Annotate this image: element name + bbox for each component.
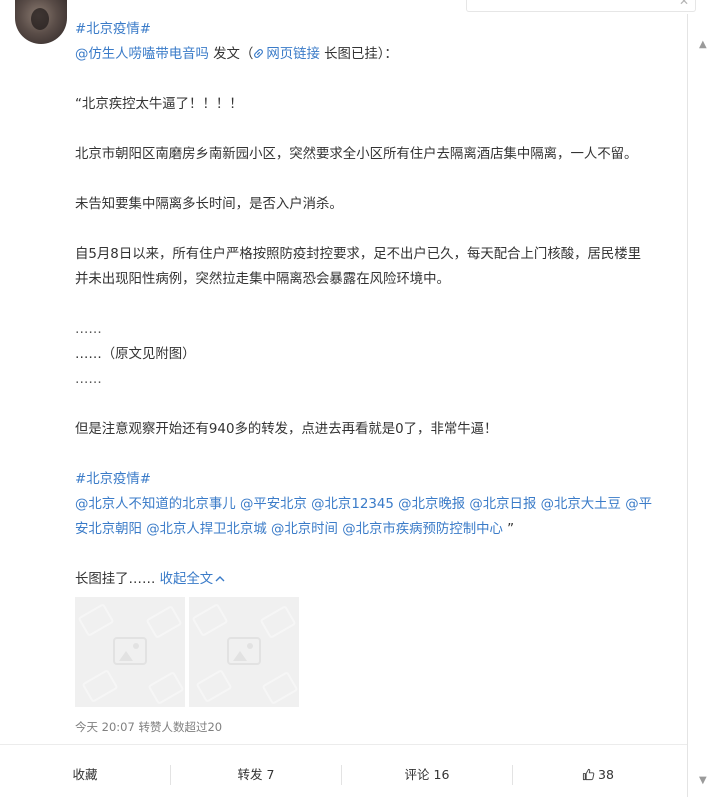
like-count: 38: [598, 767, 614, 782]
watermark-icon: [191, 602, 229, 638]
image-thumbnail-1[interactable]: [75, 597, 185, 707]
image-placeholder-icon: [227, 637, 261, 665]
ellipsis-2: ……（原文见附图）: [75, 347, 196, 362]
mentions-line-1[interactable]: @北京人不知道的北京事儿 @平安北京 @北京12345 @北京晚报 @北京日报 …: [75, 495, 652, 515]
repost-line: @仿生人唠嗑带电音吗 发文（ 网页链接 长图已挂）：: [75, 45, 398, 65]
hashtag-top[interactable]: #北京疫情#: [75, 20, 151, 40]
scroll-down-arrow-icon[interactable]: ▼: [699, 776, 707, 786]
watermark-icon: [147, 670, 185, 706]
web-link[interactable]: 网页链接: [253, 47, 320, 62]
hashtag-bottom[interactable]: #北京疫情#: [75, 470, 151, 490]
quote-title: “北京疾控太牛逼了！！！！: [75, 97, 243, 112]
paragraph-3-line-2: 并未出现阳性病例，突然拉走集中隔离恐会暴露在风险环境中。: [75, 272, 450, 287]
chevron-up-icon: [215, 576, 225, 582]
scrollbar[interactable]: [696, 14, 710, 797]
link-icon: [254, 49, 264, 58]
collapse-label: 收起全文: [155, 572, 214, 587]
mentions-line-2[interactable]: 安北京朝阳 @北京人捍卫北京城 @北京时间 @北京市疾病预防控制中心: [75, 522, 503, 537]
ellipsis-1: ……: [75, 322, 102, 337]
search-box[interactable]: ✕: [466, 0, 696, 12]
collapse-link[interactable]: 收起全文: [155, 572, 225, 587]
like-button[interactable]: 38: [513, 752, 683, 797]
image-placeholder-icon: [113, 637, 147, 665]
top-strip: ✕: [0, 0, 710, 14]
action-divider: [0, 744, 687, 745]
scroll-up-arrow-icon[interactable]: ▲: [699, 40, 707, 50]
mentions-line-2-wrap: 安北京朝阳 @北京人捍卫北京城 @北京时间 @北京市疾病预防控制中心 ”: [75, 520, 514, 540]
repost-user-link[interactable]: @仿生人唠嗑带电音吗: [75, 47, 209, 62]
watermark-icon: [81, 668, 119, 704]
avatar[interactable]: [15, 0, 67, 44]
comment-button[interactable]: 评论 16: [342, 752, 512, 797]
paragraph-1: 北京市朝阳区南磨房乡南新园小区，突然要求全小区所有住户去隔离酒店集中隔离，一人不…: [75, 147, 638, 162]
paragraph-3-line-1: 自5月8日以来，所有住户严格按照防疫封控要求，足不出户已久，每天配合上门核酸，居…: [75, 247, 642, 262]
watermark-icon: [145, 604, 183, 640]
card-border: [687, 14, 688, 797]
web-link-text: 网页链接: [266, 47, 320, 62]
post-meta: 今天 20:07 转赞人数超过20: [75, 720, 223, 734]
longimg-line: 长图挂了…… 收起全文: [75, 570, 225, 590]
paragraph-4: 但是注意观察开始还有940多的转发，点进去再看就是0了，非常牛逼！: [75, 422, 498, 437]
close-icon[interactable]: ✕: [679, 0, 689, 8]
watermark-icon: [77, 602, 115, 638]
repost-button[interactable]: 转发 7: [171, 752, 341, 797]
repost-mid-text: 发文（: [208, 47, 254, 62]
action-bar: 收藏 转发 7 评论 16 38: [0, 752, 687, 797]
mentions-close-quote: ”: [502, 522, 515, 537]
ellipsis-3: ……: [75, 372, 102, 387]
paragraph-2: 未告知要集中隔离多长时间，是否入户消杀。: [75, 197, 343, 212]
favorite-button[interactable]: 收藏: [0, 752, 170, 797]
image-thumbnail-2[interactable]: [189, 597, 299, 707]
watermark-icon: [259, 604, 297, 640]
watermark-icon: [195, 668, 233, 704]
longimg-text: 长图挂了……: [75, 572, 156, 587]
repost-tail-text: 长图已挂）：: [319, 47, 398, 62]
watermark-icon: [261, 670, 299, 706]
thumbs-up-icon: [582, 768, 595, 781]
